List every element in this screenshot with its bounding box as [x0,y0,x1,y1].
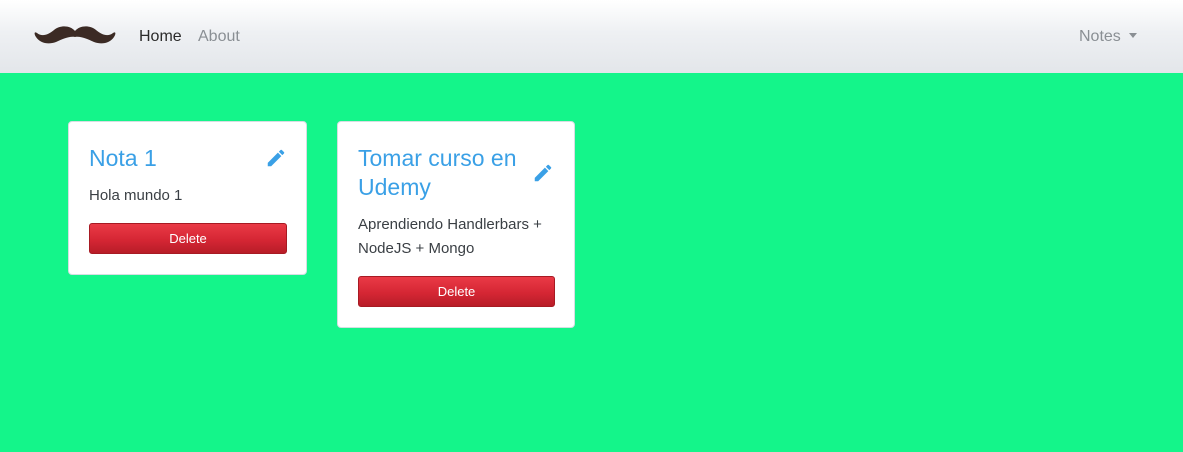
note-card: Tomar curso en Udemy Aprendiendo Handler… [337,121,575,328]
brand-logo[interactable] [34,24,116,48]
caret-down-icon [1128,33,1137,38]
note-title: Nota 1 [89,145,157,171]
notes-dropdown-label: Notes [1079,28,1121,45]
pencil-icon[interactable] [532,162,554,184]
note-description: Aprendiendo Handlerbars + NodeJS + Mongo [358,216,542,257]
notes-dropdown-toggle[interactable]: Notes [1079,27,1137,47]
note-title: Tomar curso en Udemy [358,145,517,200]
nav-link-home[interactable]: Home [139,27,182,47]
delete-button[interactable]: Delete [89,223,287,254]
note-card: Nota 1 Hola mundo 1 Delete [68,121,307,275]
note-description: Hola mundo 1 [89,187,183,204]
delete-button[interactable]: Delete [358,276,555,307]
mustache-icon [34,26,116,44]
nav-link-about[interactable]: About [198,27,240,47]
navbar: Home About Notes [0,0,1183,73]
pencil-icon[interactable] [265,147,287,169]
